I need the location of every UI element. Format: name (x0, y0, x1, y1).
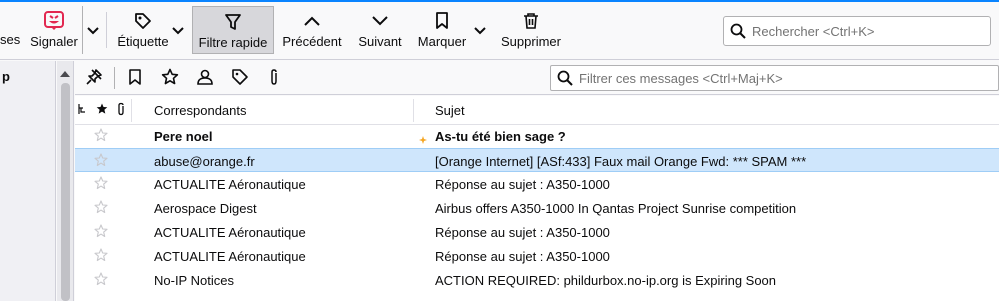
filter-starred-button[interactable] (159, 67, 181, 89)
signaler-label: Signaler (30, 34, 78, 49)
spam-icon (43, 11, 65, 31)
scroll-up-icon[interactable] (60, 65, 70, 80)
message-row[interactable]: ACTUALITE Aéronautique Réponse au sujet :… (75, 220, 999, 244)
folder-label[interactable]: p (2, 69, 10, 84)
global-search-placeholder: Rechercher <Ctrl+K> (752, 23, 875, 39)
sujet-header-label: Sujet (435, 103, 465, 118)
message-subject: [Orange Internet] [ASf:433] Faux mail Or… (435, 153, 807, 169)
suivant-button[interactable]: Suivant (352, 6, 408, 54)
precedent-button[interactable]: Précédent (280, 6, 344, 54)
message-subject: Réponse au sujet : A350-1000 (435, 224, 610, 240)
sticky-filter-button[interactable] (83, 67, 105, 89)
filtre-rapide-label: Filtre rapide (198, 35, 268, 50)
column-separator (413, 99, 414, 122)
message-sender: abuse@orange.fr (154, 153, 255, 169)
sujet-column-header[interactable]: Sujet (435, 96, 465, 125)
star-toggle-icon[interactable] (94, 224, 108, 241)
signaler-dropdown[interactable] (82, 6, 102, 54)
paperclip-icon (268, 68, 280, 89)
scrollbar-thumb[interactable] (61, 83, 70, 301)
precedent-label: Précédent (282, 34, 342, 49)
message-row[interactable]: ACTUALITE Aéronautique Réponse au sujet :… (75, 244, 999, 268)
filter-attachment-button[interactable] (263, 67, 285, 89)
star-toggle-icon[interactable] (94, 248, 108, 265)
star-icon (96, 103, 108, 118)
toolbar-separator (106, 12, 107, 48)
filter-messages-input[interactable]: Filtrer ces messages <Ctrl+Maj+K> (550, 65, 999, 91)
star-toggle-icon[interactable] (94, 128, 108, 145)
suivant-label: Suivant (358, 34, 402, 49)
message-row[interactable]: Aerospace Digest Airbus offers A350-1000 … (75, 196, 999, 220)
search-icon (730, 23, 746, 39)
filtre-rapide-button[interactable]: Filtre rapide (192, 6, 274, 54)
message-sender: ACTUALITE Aéronautique (154, 248, 306, 264)
star-toggle-icon[interactable] (94, 200, 108, 217)
message-subject: ACTION REQUIRED: phildurbox.no-ip.org is… (435, 272, 777, 288)
new-message-icon (419, 132, 427, 144)
pin-icon (85, 68, 103, 89)
etiquette-label: Étiquette (117, 34, 169, 49)
bookmark-icon (129, 68, 141, 88)
column-separator (131, 99, 132, 122)
supprimer-label: Supprimer (501, 34, 561, 49)
star-toggle-icon[interactable] (94, 272, 108, 289)
etiquette-button[interactable]: Étiquette (113, 6, 173, 54)
message-sender: Pere noel (154, 128, 213, 144)
filter-unread-button[interactable] (124, 67, 146, 89)
chevron-down-icon (371, 11, 389, 31)
search-icon (557, 70, 573, 86)
message-sender: ACTUALITE Aéronautique (154, 176, 306, 192)
tag-icon (133, 11, 153, 31)
marquer-button[interactable]: Marquer (414, 6, 470, 54)
star-toggle-icon[interactable] (94, 153, 108, 170)
star-toggle-icon[interactable] (94, 176, 108, 193)
starred-column-header[interactable] (96, 96, 108, 125)
quick-filter-bar: Filtrer ces messages <Ctrl+Maj+K> (75, 61, 999, 95)
chevron-down-icon (474, 23, 486, 38)
message-subject: As-tu été bien sage ? (435, 128, 566, 144)
message-row[interactable]: ACTUALITE Aéronautique Réponse au sujet :… (75, 172, 999, 196)
message-sender: ACTUALITE Aéronautique (154, 224, 306, 240)
chevron-down-icon (86, 23, 99, 38)
truncated-toolbar-label: ses (0, 32, 21, 47)
message-list-header: Correspondants Sujet (75, 96, 999, 125)
message-row[interactable]: No-IP Notices ACTION REQUIRED: phildurbox… (75, 268, 999, 292)
global-search-input[interactable]: Rechercher <Ctrl+K> (723, 16, 991, 46)
folder-scrollbar[interactable] (57, 61, 74, 301)
chevron-up-icon (303, 11, 321, 31)
bookmark-icon (435, 11, 449, 31)
filter-icon (224, 12, 242, 32)
attachment-column-header[interactable] (116, 96, 126, 125)
thread-column-header[interactable] (78, 96, 86, 125)
tag-icon (231, 68, 249, 89)
message-subject: Réponse au sujet : A350-1000 (435, 248, 610, 264)
signaler-button[interactable]: Signaler (28, 6, 80, 54)
main-toolbar: ses Signaler Étiquette Filtre rapide Pré… (0, 2, 999, 60)
chevron-down-icon (172, 23, 184, 38)
supprimer-button[interactable]: Supprimer (496, 6, 566, 54)
message-row[interactable]: Pere noel As-tu été bien sage ? (75, 124, 999, 148)
message-row[interactable]: abuse@orange.fr [Orange Internet] [ASf:43… (75, 148, 999, 172)
message-sender: Aerospace Digest (154, 200, 257, 216)
thread-icon (78, 103, 86, 118)
message-list: Correspondants Sujet Pere noel As-tu été … (75, 96, 999, 301)
marquer-dropdown[interactable] (470, 6, 490, 54)
star-icon (161, 68, 179, 89)
message-subject: Airbus offers A350-1000 In Qantas Projec… (435, 200, 797, 216)
contact-icon (196, 68, 214, 89)
etiquette-dropdown[interactable] (168, 6, 188, 54)
filter-messages-placeholder: Filtrer ces messages <Ctrl+Maj+K> (579, 70, 783, 86)
message-sender: No-IP Notices (154, 272, 234, 288)
filter-tags-button[interactable] (229, 67, 251, 89)
marquer-label: Marquer (417, 34, 467, 49)
message-subject: Réponse au sujet : A350-1000 (435, 176, 610, 192)
paperclip-icon (116, 102, 126, 119)
filter-separator (114, 67, 115, 89)
correspondants-column-header[interactable]: Correspondants (154, 96, 247, 125)
trash-icon (523, 11, 539, 31)
correspondants-header-label: Correspondants (154, 103, 247, 118)
filter-contact-button[interactable] (194, 67, 216, 89)
folder-pane: p (0, 61, 56, 301)
